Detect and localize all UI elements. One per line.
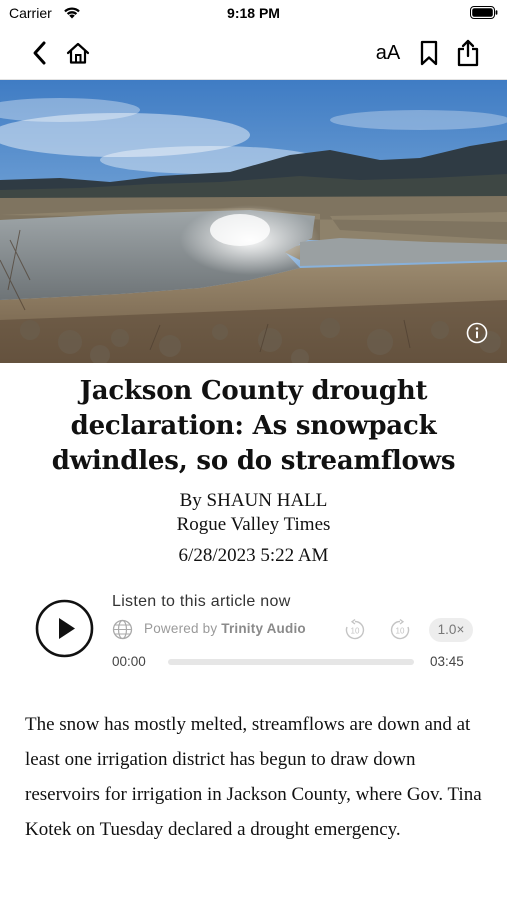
- status-bar: Carrier 9:18 PM: [0, 0, 507, 28]
- progress-bar[interactable]: [168, 659, 414, 665]
- info-icon[interactable]: [466, 322, 488, 344]
- share-button[interactable]: [452, 37, 484, 69]
- home-button[interactable]: [62, 37, 94, 69]
- rewind-10-icon[interactable]: 10: [344, 619, 366, 641]
- play-button[interactable]: [35, 599, 94, 658]
- landscape-photo: [0, 80, 507, 363]
- byline: By SHAUN HALL Rogue Valley Times: [0, 489, 507, 537]
- total-time: 03:45: [430, 654, 464, 669]
- home-icon: [66, 42, 90, 64]
- battery-icon: [470, 6, 498, 19]
- powered-prefix: Powered by: [144, 621, 218, 636]
- share-icon: [457, 39, 479, 67]
- byline-source: Rogue Valley Times: [176, 514, 331, 535]
- powered-by: Powered by Trinity Audio: [144, 621, 306, 636]
- font-size-button[interactable]: aA: [372, 37, 404, 69]
- player-title: Listen to this article now: [112, 593, 291, 610]
- forward-label: 10: [396, 627, 405, 636]
- powered-brand: Trinity Audio: [221, 621, 306, 636]
- bookmark-button[interactable]: [413, 37, 445, 69]
- forward-10-icon[interactable]: 10: [389, 619, 411, 641]
- nav-bar: aA: [0, 28, 507, 80]
- chevron-left-icon: [33, 41, 46, 65]
- bookmark-icon: [420, 40, 438, 66]
- playback-speed-button[interactable]: 1.0×: [429, 618, 473, 642]
- hero-image: [0, 80, 507, 363]
- audio-player: Listen to this article now Powered by Tr…: [0, 590, 507, 675]
- byline-author: By SHAUN HALL: [179, 490, 328, 511]
- clock: 9:18 PM: [227, 5, 280, 21]
- publish-date: 6/28/2023 5:22 AM: [178, 545, 329, 566]
- rewind-label: 10: [351, 627, 360, 636]
- article-headline: Jackson County drought declaration: As s…: [51, 376, 456, 476]
- back-button[interactable]: [24, 37, 56, 69]
- current-time: 00:00: [112, 654, 146, 669]
- article-body: The snow has mostly melted, streamflows …: [25, 714, 482, 840]
- globe-icon: [112, 619, 133, 640]
